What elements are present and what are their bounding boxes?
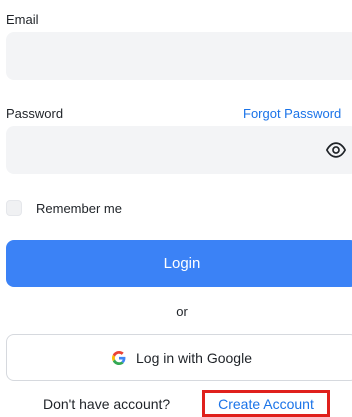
remember-me-checkbox[interactable] <box>6 200 22 216</box>
create-account-link[interactable]: Create Account <box>202 390 330 417</box>
google-icon <box>112 350 126 365</box>
remember-me-row[interactable]: Remember me <box>6 198 122 218</box>
login-button[interactable]: Login <box>6 240 352 287</box>
google-login-button[interactable]: Log in with Google <box>6 334 352 381</box>
password-label: Password <box>6 106 64 121</box>
google-login-label: Log in with Google <box>136 349 252 366</box>
email-label: Email <box>6 12 39 27</box>
forgot-password-link[interactable]: Forgot Password <box>243 106 341 122</box>
or-divider-text: or <box>176 304 188 319</box>
signup-prompt-text: Don't have account? <box>43 396 171 412</box>
email-input[interactable] <box>6 32 352 80</box>
signup-row: Don't have account? Create Account <box>0 390 352 417</box>
password-input[interactable] <box>6 126 352 174</box>
eye-icon[interactable] <box>325 141 347 159</box>
remember-me-label: Remember me <box>36 200 122 216</box>
